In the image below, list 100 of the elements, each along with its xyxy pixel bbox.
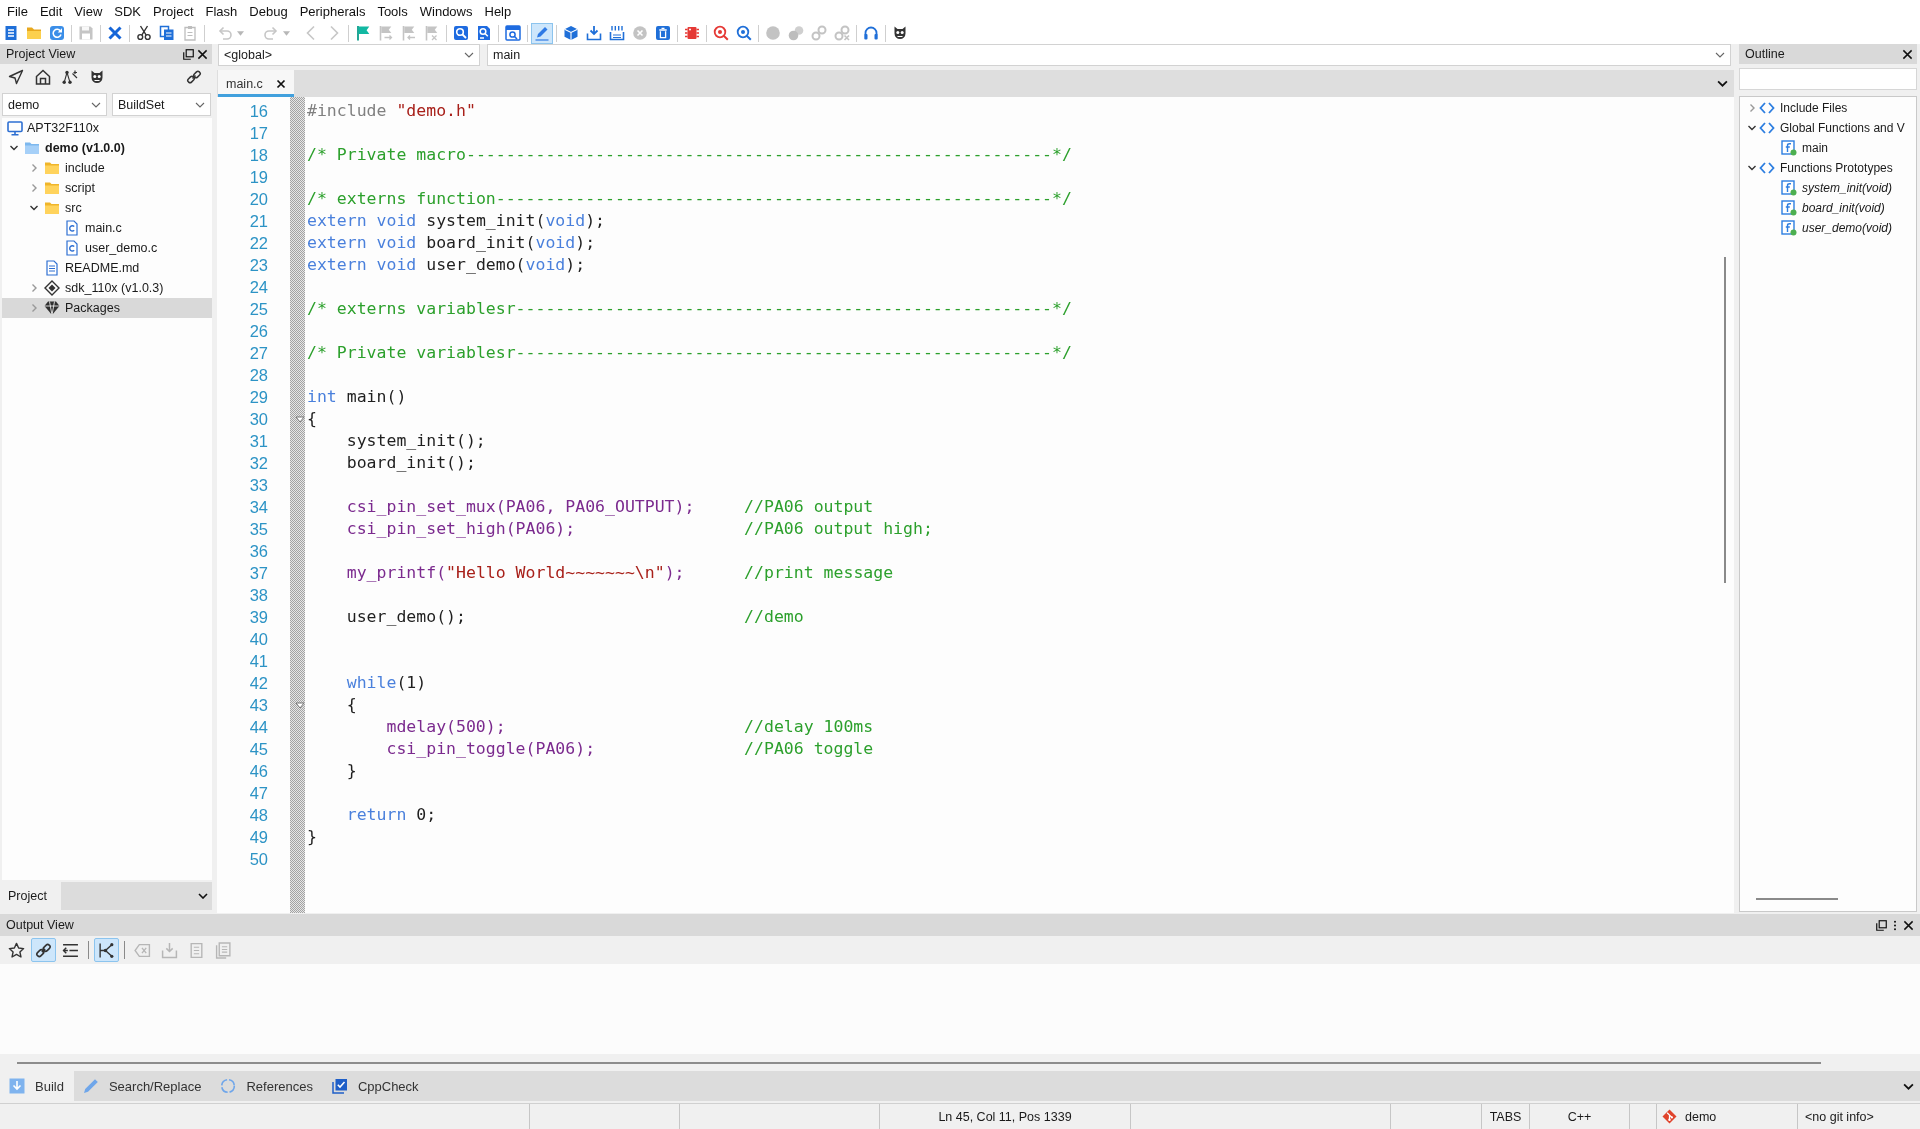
code-line: { [307,408,317,430]
link-icon[interactable] [186,69,202,85]
chevron-down-icon [195,101,205,108]
checkbox-icon [331,1078,348,1094]
panel-title: Outline [1745,47,1785,61]
star-icon [8,941,25,959]
menu-item[interactable]: File [1,0,34,22]
code-line: int main() [307,386,407,408]
navigation-arrow-icon[interactable] [8,69,24,85]
editor-tab[interactable]: main.c [218,70,294,97]
source-file-icon [64,240,80,256]
scrollbar[interactable] [1756,898,1838,900]
line-number: 24 [249,277,268,298]
close-icon[interactable] [197,48,208,60]
chevron-right-icon[interactable] [1747,103,1757,113]
menu-item[interactable]: SDK [108,0,148,22]
tree-item[interactable]: include [28,158,105,178]
backspace-icon [134,941,151,959]
panel-tab[interactable]: References [211,1071,323,1101]
chevron-right-icon[interactable] [29,283,39,293]
scrollbar[interactable] [1724,257,1726,583]
tree-item[interactable]: src [28,198,82,218]
trash-icon [655,25,671,41]
branch-icon [1662,1109,1677,1124]
outline-item[interactable]: Include Files [1746,98,1848,118]
line-number: 40 [249,629,268,650]
chevron-down-icon[interactable] [1717,80,1728,87]
redo-icon [263,25,279,41]
clipboard-icon [182,25,198,41]
panel-tab[interactable]: Project [0,882,61,910]
menu-item[interactable]: Edit [33,0,69,22]
chevron-down-icon[interactable] [9,143,19,153]
line-number: 45 [249,739,268,760]
chevron-right-icon[interactable] [29,163,39,173]
find-window-button[interactable] [502,22,524,44]
circles-icon [788,25,804,41]
fork-button[interactable] [94,938,119,962]
pen-icon [82,1078,99,1094]
outline-item[interactable]: Functions Prototypes [1746,158,1893,178]
tree-item[interactable]: demo (v1.0.0) [8,138,125,158]
line-number: 47 [249,783,268,804]
restore-icon[interactable] [183,48,194,60]
menu-item[interactable]: Help [478,0,518,22]
scrollbar[interactable] [17,1061,1821,1064]
tree-item[interactable]: README.md [28,258,140,278]
panel-tab[interactable]: CppCheck [322,1071,429,1101]
chevron-down-icon[interactable] [29,203,39,213]
line-number: 32 [249,453,268,474]
tree-item[interactable]: main.c [48,218,122,238]
outline-item[interactable]: Global Functions and V [1746,118,1905,138]
more-icon[interactable] [1893,919,1897,931]
panel-tab[interactable]: Build [0,1071,74,1101]
symbol-dropdown[interactable]: main [487,44,1731,66]
line-number: 41 [249,651,268,672]
folder-icon [44,200,60,216]
home-icon[interactable] [35,69,51,85]
indent-icon [62,941,79,959]
close-icon[interactable] [276,78,286,89]
fold-marker-icon[interactable] [295,701,305,709]
tree-item[interactable]: script [28,178,95,198]
build-set-dropdown[interactable]: BuildSet [112,93,211,116]
menu-item[interactable]: Peripherals [293,0,372,22]
line-number: 23 [249,255,268,276]
menu-item[interactable]: Windows [413,0,479,22]
restore-icon[interactable] [1876,919,1887,931]
line-number: 44 [249,717,268,738]
node-tree-icon[interactable] [62,69,78,85]
tree-item[interactable]: Packages [2,298,212,318]
scope-dropdown[interactable]: <global> [218,44,480,66]
chevron-down-icon[interactable] [1903,1082,1914,1090]
chevron-down-icon[interactable] [1747,163,1757,173]
cat-face-icon[interactable] [89,69,105,85]
outline-item[interactable]: user_demo(void) [1768,218,1893,238]
chevron-down-icon[interactable] [1747,123,1757,133]
tree-item[interactable]: sdk_110x (v1.0.3) [28,278,164,298]
chevron-right-icon[interactable] [29,183,39,193]
search-field[interactable] [1739,68,1917,90]
outline-item[interactable]: main [1768,138,1828,158]
project-dropdown[interactable]: demo [2,93,107,116]
tree-item[interactable]: APT32F110x [7,118,100,138]
menu-item[interactable]: Flash [199,0,244,22]
menu-item[interactable]: Debug [243,0,294,22]
menu-item[interactable]: Project [147,0,200,22]
outline-item[interactable]: board_init(void) [1768,198,1885,218]
panel-tab[interactable]: Search/Replace [73,1071,212,1101]
menu-item[interactable]: View [68,0,109,22]
panel-title: Output View [6,918,74,932]
chevron-down-icon[interactable] [198,893,208,899]
menu-item[interactable]: Tools [371,0,414,22]
line-number: 20 [249,189,268,210]
close-icon[interactable] [1902,48,1913,60]
tree-item[interactable]: user_demo.c [48,238,158,258]
fold-marker-icon[interactable] [295,415,305,423]
link-button[interactable] [31,938,56,962]
close-icon[interactable] [1903,919,1914,931]
line-number: 27 [249,343,268,364]
rings-cross-icon [834,25,850,41]
outline-item[interactable]: system_init(void) [1768,178,1893,198]
edit-button[interactable] [531,22,553,44]
line-number: 49 [249,827,268,848]
